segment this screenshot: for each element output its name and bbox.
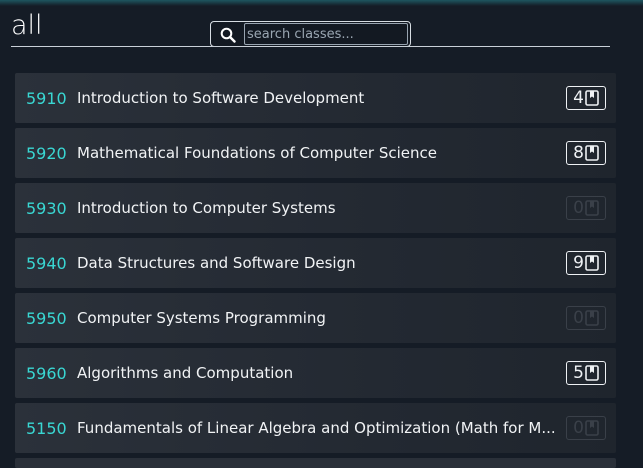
class-number: 5930 [26,199,67,218]
class-number: 5960 [26,364,67,383]
class-row[interactable]: 5950 Computer Systems Programming 0 [15,293,616,343]
review-count: 9 [573,253,584,273]
review-count-badge[interactable]: 0 [566,196,606,220]
class-name: Computer Systems Programming [77,309,326,327]
book-icon [585,200,599,216]
class-name: Introduction to Software Development [77,89,365,107]
search-input[interactable] [244,23,408,45]
book-icon [585,90,599,106]
class-number: 5950 [26,309,67,328]
review-count-badge[interactable]: 8 [566,141,606,165]
book-icon [585,255,599,271]
review-count-badge[interactable]: 9 [566,251,606,275]
review-count-badge[interactable]: 5 [566,361,606,385]
page-title: all [11,10,43,41]
class-row[interactable]: 5940 Data Structures and Software Design… [15,238,616,288]
review-count-badge[interactable]: 4 [566,86,606,110]
review-count: 0 [573,418,584,438]
review-count: 5 [573,363,584,383]
header-divider [11,46,610,47]
class-row[interactable]: 5910 Introduction to Software Developmen… [15,73,616,123]
class-name: Data Structures and Software Design [77,254,356,272]
review-count: 0 [573,198,584,218]
class-number: 5940 [26,254,67,273]
search-box[interactable] [210,21,411,47]
class-row-partial[interactable] [15,458,616,468]
book-icon [585,365,599,381]
class-row[interactable]: 5930 Introduction to Computer Systems 0 [15,183,616,233]
class-name: Introduction to Computer Systems [77,199,336,217]
review-count-badge[interactable]: 0 [566,306,606,330]
book-icon [585,420,599,436]
class-list: 5910 Introduction to Software Developmen… [15,73,616,458]
class-row[interactable]: 5920 Mathematical Foundations of Compute… [15,128,616,178]
book-icon [585,310,599,326]
class-row[interactable]: 5150 Fundamentals of Linear Algebra and … [15,403,616,453]
class-number: 5920 [26,144,67,163]
class-number: 5910 [26,89,67,108]
class-name: Fundamentals of Linear Algebra and Optim… [77,419,556,437]
review-count: 4 [573,88,584,108]
page-header: all [0,0,643,50]
review-count: 8 [573,143,584,163]
class-number: 5150 [26,419,67,438]
review-count-badge[interactable]: 0 [566,416,606,440]
class-row[interactable]: 5960 Algorithms and Computation 5 [15,348,616,398]
book-icon [585,145,599,161]
class-name: Algorithms and Computation [77,364,294,382]
search-icon[interactable] [220,27,236,43]
review-count: 0 [573,308,584,328]
class-name: Mathematical Foundations of Computer Sci… [77,144,437,162]
